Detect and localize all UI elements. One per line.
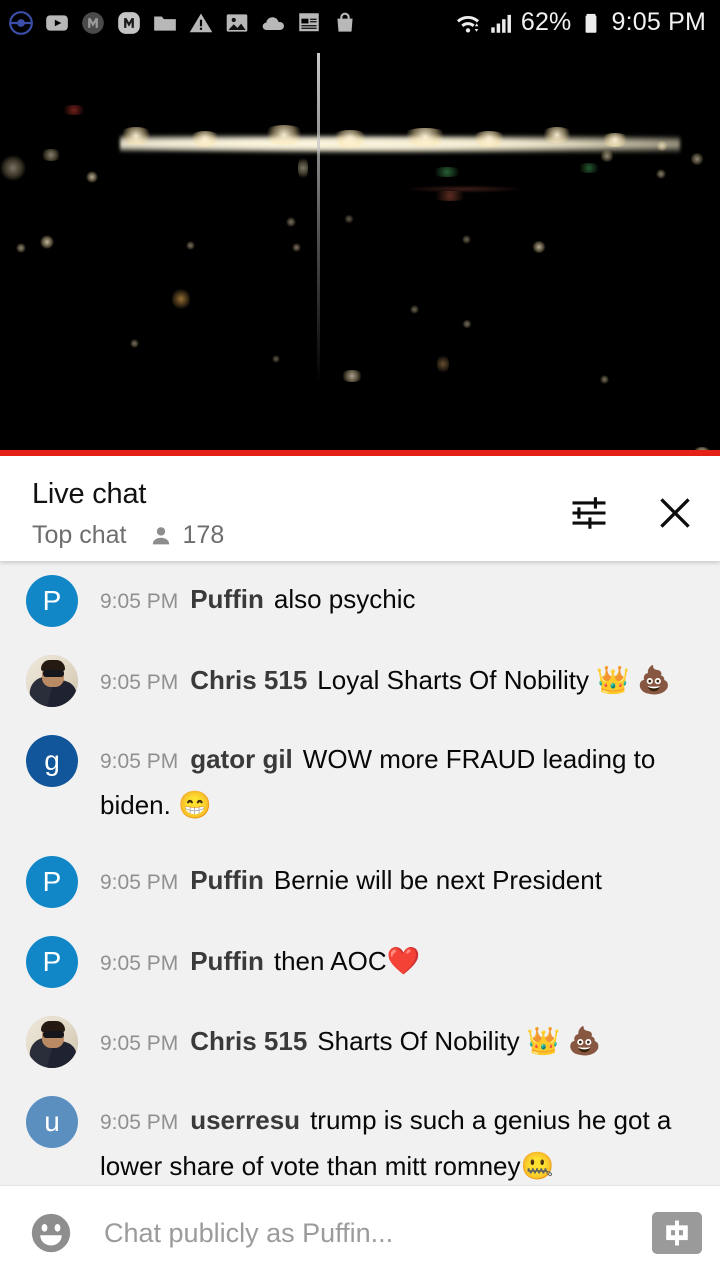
- chat-message[interactable]: P 9:05 PM Puffin then AOC❤️: [0, 922, 720, 1002]
- message-text: trump is such a genius he got a lower sh…: [100, 1105, 672, 1181]
- chat-message[interactable]: P 9:05 PM Puffin also psychic: [0, 561, 720, 641]
- avatar-initial: u: [44, 1106, 60, 1138]
- chat-message[interactable]: u 9:05 PM userresu trump is such a genius h…: [0, 1082, 720, 1185]
- page-title: Live chat: [32, 478, 147, 510]
- super-chat-dollar-icon: [666, 1220, 688, 1246]
- folder-icon: [154, 16, 176, 31]
- status-bar-notification-icons: [8, 10, 455, 36]
- message-timestamp: 9:05 PM: [100, 1111, 179, 1135]
- message-emoji: 😁: [178, 789, 212, 820]
- avatar-initial: P: [42, 946, 62, 978]
- chat-input-bar: Chat publicly as Puffin...: [0, 1185, 720, 1280]
- chat-header-actions: [566, 476, 698, 536]
- news-icon: [299, 12, 319, 31]
- message-timestamp: 9:05 PM: [100, 1032, 179, 1056]
- tune-filter-icon: [572, 497, 606, 529]
- message-author[interactable]: userresu: [190, 1105, 300, 1135]
- avatar-initial: P: [42, 866, 62, 898]
- avatar[interactable]: P: [26, 936, 78, 989]
- youtube-icon: [46, 14, 68, 31]
- avatar[interactable]: [26, 655, 78, 707]
- shopping-bag-icon: [337, 12, 353, 32]
- pokemon-go-icon: [9, 10, 33, 35]
- chat-message-line: 9:05 PM gator gil WOW more FRAUD leading t…: [100, 737, 700, 828]
- message-emoji: ❤️: [386, 946, 421, 977]
- chat-message-line: 9:05 PM Puffin also psychic: [100, 577, 700, 622]
- chat-message-body: 9:05 PM Puffin also psychic: [78, 575, 700, 622]
- status-bar-system-icons: 62% 9:05 PM: [455, 8, 706, 37]
- message-author[interactable]: Puffin: [190, 584, 264, 614]
- status-bar: 62% 9:05 PM: [0, 0, 720, 45]
- avatar[interactable]: [26, 1016, 78, 1069]
- chat-input-field[interactable]: Chat publicly as Puffin...: [104, 1218, 652, 1249]
- chat-message[interactable]: 9:05 PM Chris 515 Sharts Of Nobility 👑 💩: [0, 1002, 720, 1082]
- message-author[interactable]: Puffin: [190, 865, 264, 895]
- chat-message-line: 9:05 PM Chris 515 Loyal Sharts Of Nobility…: [100, 657, 700, 703]
- video-player[interactable]: [0, 45, 720, 450]
- message-timestamp: 9:05 PM: [100, 871, 179, 895]
- message-timestamp: 9:05 PM: [100, 590, 179, 613]
- avatar[interactable]: g: [26, 735, 78, 787]
- message-author[interactable]: Puffin: [190, 946, 264, 976]
- m-app-light-icon: [118, 11, 140, 34]
- warning-icon: [189, 12, 213, 32]
- m-app-dark-icon: [82, 11, 104, 34]
- close-chat-button[interactable]: [652, 490, 698, 536]
- chat-message-body: 9:05 PM userresu trump is such a genius he…: [78, 1096, 700, 1185]
- cellular-signal-icon: [491, 14, 511, 33]
- message-timestamp: 9:05 PM: [100, 952, 179, 976]
- chat-message-line: 9:05 PM userresu trump is such a genius he…: [100, 1098, 700, 1185]
- message-timestamp: 9:05 PM: [100, 671, 179, 694]
- message-author[interactable]: Chris 515: [190, 1026, 307, 1056]
- chat-message-body: 9:05 PM Chris 515 Loyal Sharts Of Nobility…: [78, 655, 700, 703]
- video-frame-night-cityscape: [0, 45, 720, 450]
- chat-message-line: 9:05 PM Puffin Bernie will be next Preside…: [100, 858, 700, 903]
- person-icon: [152, 526, 169, 545]
- cloud-icon: [262, 16, 284, 30]
- message-text: Bernie will be next President: [273, 865, 602, 896]
- message-author[interactable]: Chris 515: [190, 665, 307, 695]
- chat-filter-button[interactable]: [566, 490, 612, 536]
- message-text: then AOC: [273, 946, 387, 977]
- message-author[interactable]: gator gil: [190, 744, 293, 774]
- chat-mode-selector[interactable]: Top chat: [32, 521, 127, 550]
- chat-message-body: 9:05 PM Puffin Bernie will be next Preside…: [78, 856, 700, 903]
- viewer-count: 178: [182, 521, 225, 550]
- message-text: Sharts Of Nobility: [317, 1026, 527, 1057]
- avatar[interactable]: P: [26, 575, 78, 627]
- pole-object: [317, 53, 320, 383]
- chat-message-body: 9:05 PM Chris 515 Sharts Of Nobility 👑 💩: [78, 1016, 700, 1064]
- avatar-initial: P: [42, 585, 62, 616]
- avatar[interactable]: P: [26, 856, 78, 909]
- close-icon: [660, 498, 690, 528]
- message-text: Loyal Sharts Of Nobility: [317, 665, 597, 695]
- live-chat-screen: 62% 9:05 PM Live chat Top chat 178 P 9:0…: [0, 0, 720, 1280]
- battery-percentage: 62%: [520, 8, 572, 36]
- avatar-initial: g: [44, 745, 60, 776]
- message-text: also psychic: [273, 584, 416, 614]
- chat-header-subtitle-row: Top chat 178: [32, 521, 566, 550]
- chat-message[interactable]: 9:05 PM Chris 515 Loyal Sharts Of Nobility…: [0, 641, 720, 721]
- message-timestamp: 9:05 PM: [100, 750, 179, 773]
- chat-message[interactable]: g 9:05 PM gator gil WOW more FRAUD leading …: [0, 721, 720, 842]
- message-emoji: 👑 💩: [526, 1026, 602, 1057]
- chat-message[interactable]: P 9:05 PM Puffin Bernie will be next Presid…: [0, 842, 720, 922]
- live-chat-header: Live chat Top chat 178: [0, 456, 720, 561]
- chat-message-body: 9:05 PM gator gil WOW more FRAUD leading t…: [78, 735, 700, 828]
- message-emoji: 👑 💩: [596, 665, 671, 695]
- super-chat-button[interactable]: [652, 1212, 702, 1254]
- chat-message-list[interactable]: P 9:05 PM Puffin also psychic 9:05 PM Chris 5…: [0, 561, 720, 1185]
- battery-icon: [586, 13, 597, 33]
- chat-message-line: 9:05 PM Puffin then AOC❤️: [100, 938, 700, 984]
- message-emoji: 🤐: [520, 1150, 555, 1181]
- image-icon: [226, 13, 248, 32]
- chat-header-titles: Live chat Top chat 178: [32, 476, 566, 550]
- chat-message-body: 9:05 PM Puffin then AOC❤️: [78, 936, 700, 984]
- wifi-icon: [456, 15, 479, 33]
- avatar[interactable]: u: [26, 1096, 78, 1149]
- chat-message-line: 9:05 PM Chris 515 Sharts Of Nobility 👑 💩: [100, 1018, 700, 1064]
- emoji-smiley-icon[interactable]: [28, 1210, 74, 1256]
- clock: 9:05 PM: [611, 8, 706, 36]
